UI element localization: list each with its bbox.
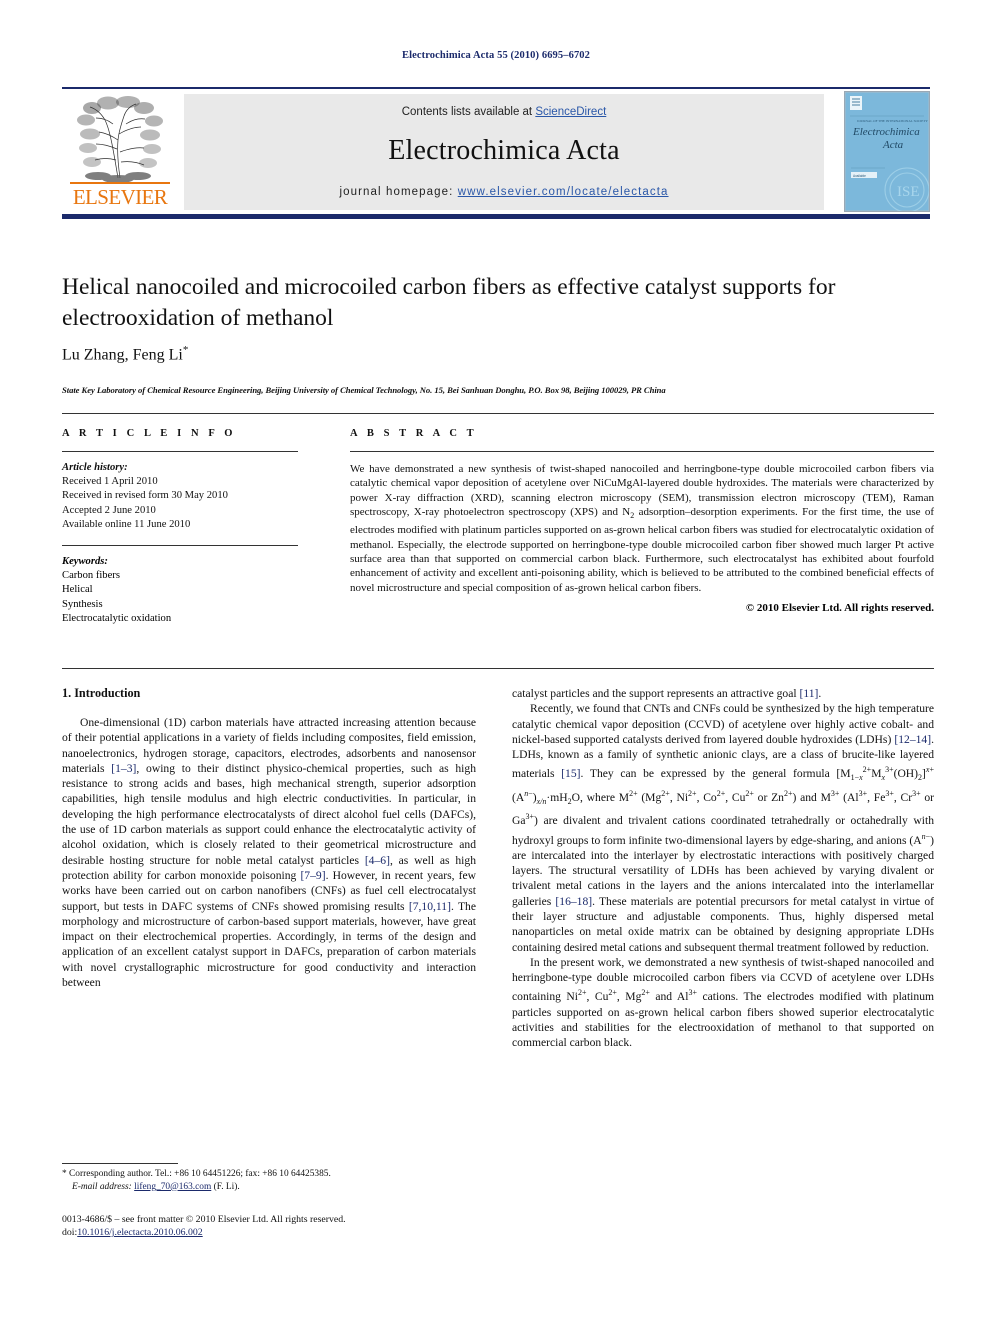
keyword-item: Synthesis: [62, 598, 103, 610]
journal-homepage-link[interactable]: www.elsevier.com/locate/electacta: [458, 186, 669, 198]
running-head: Electrochimica Acta 55 (2010) 6695–6702: [401, 50, 590, 61]
intro-paragraph-3: In the present work, we demonstrated a n…: [512, 955, 935, 1050]
issn-copyright-line: 0013-4686/$ – see front matter © 2010 El…: [62, 1214, 346, 1225]
article-info-rule: [62, 451, 298, 452]
article-info-column: A R T I C L E I N F O Article history: R…: [62, 428, 298, 626]
keywords-body: Keywords: Carbon fibers Helical Synthesi…: [62, 555, 298, 626]
paper-page: Electrochimica Acta 55 (2010) 6695–6702: [0, 0, 992, 1323]
affiliation: State Key Laboratory of Chemical Resourc…: [62, 385, 666, 395]
masthead-bottom-rule: [62, 214, 930, 219]
page-title: Helical nanocoiled and microcoiled carbo…: [62, 274, 836, 331]
contents-prefix: Contents lists available at: [401, 106, 536, 118]
elsevier-tree-icon: [69, 95, 171, 185]
journal-homepage-line: journal homepage: www.elsevier.com/locat…: [184, 186, 824, 198]
footnote-rule: [62, 1163, 178, 1164]
section-heading-introduction: 1. Introduction: [62, 686, 141, 700]
journal-banner: Contents lists available at ScienceDirec…: [184, 94, 824, 210]
email-note: E-mail address: lifeng_70@163.com (F. Li…: [72, 1181, 482, 1194]
article-info-heading: A R T I C L E I N F O: [62, 428, 237, 439]
abstract-text: We have demonstrated a new synthesis of …: [350, 463, 935, 594]
citation-12-14[interactable]: [12–14]: [894, 733, 931, 746]
doi-line: doi:10.1016/j.electacta.2010.06.002: [62, 1226, 502, 1239]
keywords-label: Keywords:: [62, 556, 108, 568]
doi-link[interactable]: 10.1016/j.electacta.2010.06.002: [77, 1227, 202, 1238]
journal-masthead: ELSEVIER Contents lists available at Sci…: [62, 87, 930, 219]
keyword-item: Helical: [62, 584, 93, 596]
info-region-bottom-rule: [62, 668, 934, 669]
svg-text:ISE: ISE: [897, 184, 920, 200]
svg-text:Electrochimica: Electrochimica: [852, 126, 920, 138]
abstract-copyright: © 2010 Elsevier Ltd. All rights reserved…: [745, 601, 934, 614]
citation-7-9[interactable]: [7–9]: [300, 869, 325, 882]
contents-line: Contents lists available at ScienceDirec…: [184, 106, 824, 118]
abstract-column: A B S T R A C T We have demonstrated a n…: [350, 428, 934, 614]
history-item: Received 1 April 2010: [62, 476, 158, 488]
corresponding-author-marker: *: [182, 344, 189, 356]
journal-title: Electrochimica Acta: [388, 135, 620, 166]
info-region-top-rule: [62, 413, 934, 414]
citation-1-3[interactable]: [1–3]: [111, 762, 136, 775]
body-column-left: 1. Introduction One-dimensional (1D) car…: [62, 686, 476, 990]
history-item: Received in revised form 30 May 2010: [62, 490, 228, 502]
keyword-item: Carbon fibers: [62, 570, 120, 582]
svg-text:Acta: Acta: [882, 139, 904, 151]
abstract-heading: A B S T R A C T: [350, 428, 478, 439]
journal-cover-thumbnail: JOURNAL OF THE INTERNATIONAL SOCIETY Ele…: [844, 91, 930, 212]
intro-paragraph-1-continued: catalyst particles and the support repre…: [512, 687, 822, 700]
masthead-top-rule: [62, 87, 930, 89]
keywords-block: Keywords: Carbon fibers Helical Synthesi…: [62, 545, 298, 626]
body-column-right: catalyst particles and the support repre…: [512, 686, 934, 1050]
intro-paragraph-2: Recently, we found that CNTs and CNFs co…: [512, 702, 935, 954]
author-names: Lu Zhang, Feng Li: [62, 346, 183, 364]
citation-11[interactable]: [11]: [799, 687, 818, 700]
citation-4-6[interactable]: [4–6]: [365, 854, 390, 867]
article-history-label: Article history:: [62, 462, 128, 473]
history-item: Available online 11 June 2010: [62, 518, 191, 530]
sciencedirect-link[interactable]: ScienceDirect: [535, 106, 606, 118]
email-label: E-mail address:: [72, 1181, 132, 1192]
article-history: Article history: Received 1 April 2010 R…: [62, 461, 298, 532]
author-list: Lu Zhang, Feng Li*: [62, 344, 934, 364]
elsevier-logo: ELSEVIER: [64, 94, 176, 210]
email-suffix: (F. Li).: [213, 1181, 240, 1192]
journal-cover-image: JOURNAL OF THE INTERNATIONAL SOCIETY Ele…: [845, 92, 929, 211]
svg-text:JOURNAL OF THE INTERNATIONAL S: JOURNAL OF THE INTERNATIONAL SOCIETY: [857, 119, 928, 123]
imprint-block: 0013-4686/$ – see front matter © 2010 El…: [62, 1213, 502, 1240]
citation-16-18[interactable]: [16–18]: [555, 895, 592, 908]
citation-7-10-11[interactable]: [7,10,11]: [409, 900, 451, 913]
corresponding-author-note: * Corresponding author. Tel.: +86 10 644…: [62, 1169, 331, 1179]
history-item: Accepted 2 June 2010: [62, 504, 156, 516]
elsevier-wordmark: ELSEVIER: [72, 185, 168, 209]
keyword-item: Electrocatalytic oxidation: [62, 612, 172, 624]
intro-paragraph-1: One-dimensional (1D) carbon materials ha…: [62, 716, 476, 990]
email-link[interactable]: lifeng_70@163.com: [134, 1182, 211, 1192]
doi-label: doi:: [62, 1227, 78, 1239]
abstract-rule: [350, 451, 934, 452]
svg-text:Available: Available: [853, 174, 866, 178]
footnote-block: * Corresponding author. Tel.: +86 10 644…: [62, 1168, 482, 1193]
citation-15[interactable]: [15]: [561, 767, 580, 780]
homepage-prefix: journal homepage:: [339, 186, 458, 198]
keywords-rule: [62, 545, 298, 547]
